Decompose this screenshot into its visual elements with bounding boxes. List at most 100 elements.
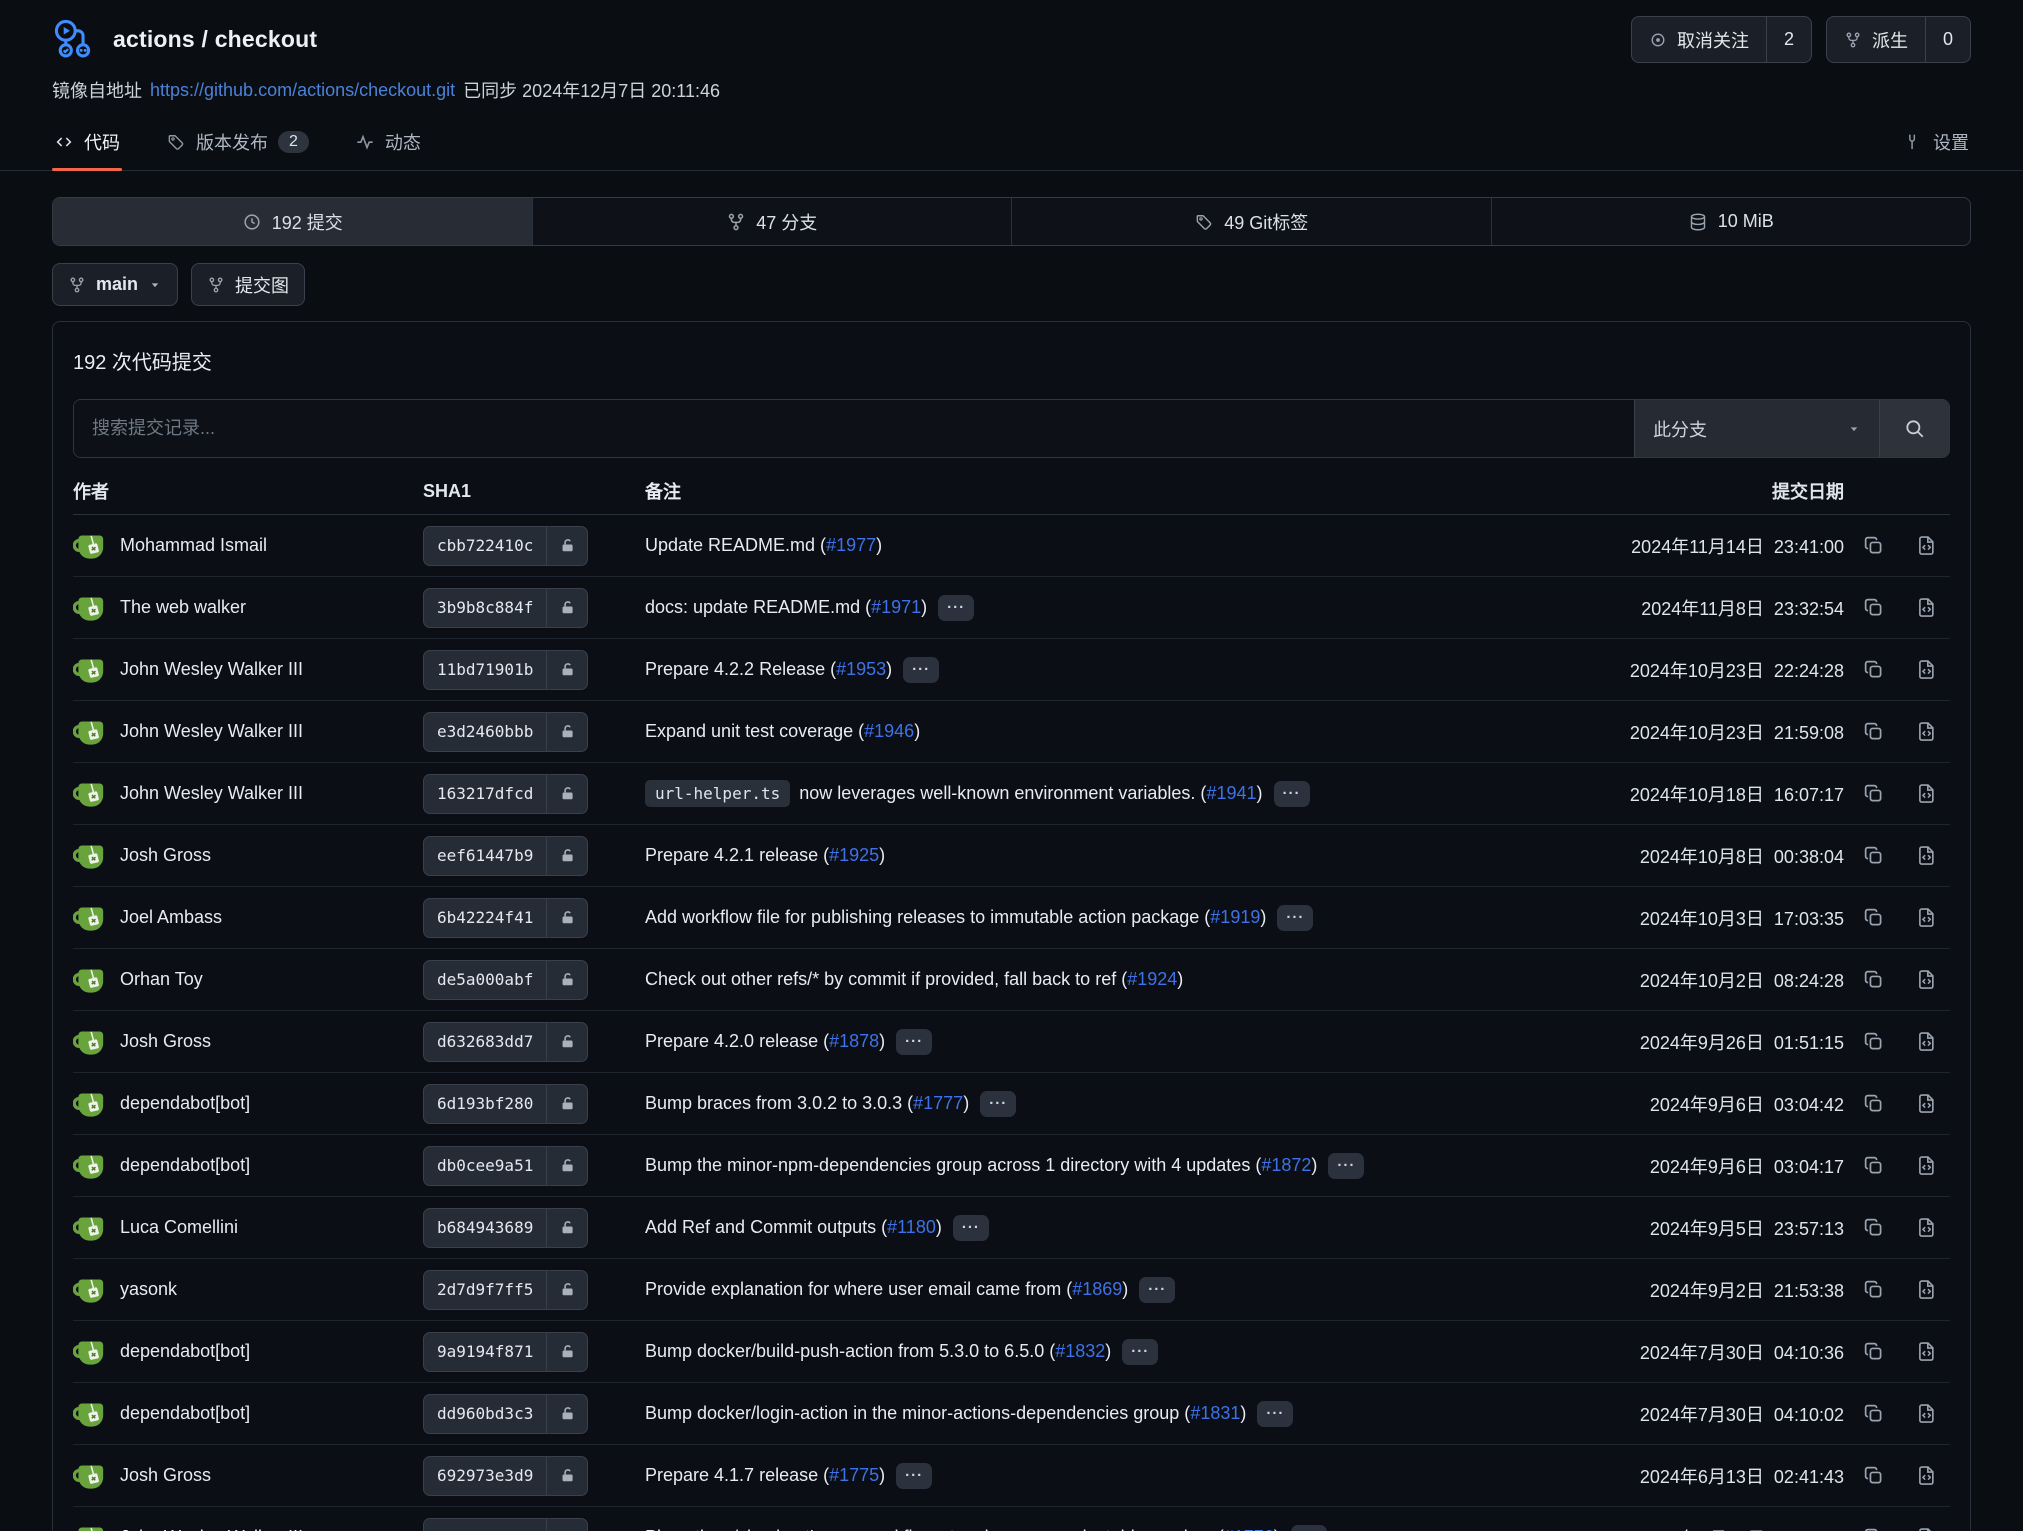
ellipsis-button[interactable]: ···	[1257, 1401, 1293, 1427]
ellipsis-button[interactable]: ···	[1122, 1339, 1158, 1365]
pr-link[interactable]: #1869	[1072, 1279, 1122, 1300]
tab-settings[interactable]: 设置	[1901, 117, 1971, 170]
sha-badge[interactable]: db0cee9a51	[423, 1146, 588, 1186]
pr-link[interactable]: #1977	[826, 535, 876, 556]
avatar-teacup[interactable]	[73, 839, 107, 873]
ellipsis-button[interactable]: ···	[1139, 1277, 1175, 1303]
browse-source-button[interactable]	[1915, 658, 1938, 681]
sha-badge[interactable]: 6d193bf280	[423, 1084, 588, 1124]
browse-source-button[interactable]	[1915, 1340, 1938, 1363]
avatar-teacup[interactable]	[73, 1335, 107, 1369]
author-name[interactable]: Luca Comellini	[120, 1217, 238, 1238]
browse-source-button[interactable]	[1915, 968, 1938, 991]
browse-source-button[interactable]	[1915, 1526, 1938, 1531]
stat-size[interactable]: 10 MiB	[1491, 198, 1971, 245]
copy-sha-button[interactable]	[1862, 1030, 1885, 1053]
pr-link[interactable]: #1831	[1190, 1403, 1240, 1424]
copy-sha-button[interactable]	[1862, 1092, 1885, 1115]
copy-sha-button[interactable]	[1862, 534, 1885, 557]
browse-source-button[interactable]	[1915, 1216, 1938, 1239]
avatar-teacup[interactable]	[73, 1521, 107, 1531]
copy-sha-button[interactable]	[1862, 1340, 1885, 1363]
search-input[interactable]	[74, 400, 1634, 457]
author-name[interactable]: John Wesley Walker III	[120, 659, 303, 680]
tab-releases[interactable]: 版本发布 2	[164, 117, 311, 170]
sha-badge[interactable]: e3d2460bbb	[423, 712, 588, 752]
sha-badge[interactable]: 2d7d9f7ff5	[423, 1270, 588, 1310]
branch-selector[interactable]: main	[52, 263, 178, 306]
author-name[interactable]: dependabot[bot]	[120, 1093, 250, 1114]
avatar-teacup[interactable]	[73, 529, 107, 563]
avatar-teacup[interactable]	[73, 591, 107, 625]
author-name[interactable]: John Wesley Walker III	[120, 783, 303, 804]
avatar-teacup[interactable]	[73, 653, 107, 687]
fork-count[interactable]: 0	[1925, 17, 1970, 62]
pr-link[interactable]: #1941	[1206, 783, 1256, 804]
watch-count[interactable]: 2	[1766, 17, 1811, 62]
author-name[interactable]: John Wesley Walker III	[120, 721, 303, 742]
avatar-teacup[interactable]	[73, 777, 107, 811]
copy-sha-button[interactable]	[1862, 906, 1885, 929]
sha-badge[interactable]: 11bd71901b	[423, 650, 588, 690]
avatar-teacup[interactable]	[73, 1459, 107, 1493]
branch-filter-dropdown[interactable]: 此分支	[1634, 400, 1879, 457]
sha-badge[interactable]: 6b42224f41	[423, 898, 588, 938]
fork-button[interactable]: 派生 0	[1826, 16, 1971, 63]
browse-source-button[interactable]	[1915, 720, 1938, 743]
pr-link[interactable]: #1776	[1224, 1527, 1274, 1531]
stat-branches[interactable]: 47 分支	[532, 198, 1012, 245]
mirror-url-link[interactable]: https://github.com/actions/checkout.git	[150, 80, 455, 101]
tab-activity[interactable]: 动态	[353, 117, 423, 170]
copy-sha-button[interactable]	[1862, 782, 1885, 805]
author-name[interactable]: dependabot[bot]	[120, 1155, 250, 1176]
commit-graph-button[interactable]: 提交图	[191, 263, 305, 306]
copy-sha-button[interactable]	[1862, 596, 1885, 619]
browse-source-button[interactable]	[1915, 906, 1938, 929]
sha-badge[interactable]: cbb722410c	[423, 526, 588, 566]
pr-link[interactable]: #1878	[829, 1031, 879, 1052]
copy-sha-button[interactable]	[1862, 1154, 1885, 1177]
avatar-teacup[interactable]	[73, 1025, 107, 1059]
author-name[interactable]: John Wesley Walker III	[120, 1527, 303, 1531]
sha-badge[interactable]: d632683dd7	[423, 1022, 588, 1062]
sha-badge[interactable]: 3b9b8c884f	[423, 588, 588, 628]
copy-sha-button[interactable]	[1862, 658, 1885, 681]
author-name[interactable]: Josh Gross	[120, 1465, 211, 1486]
pr-link[interactable]: #1971	[871, 597, 921, 618]
browse-source-button[interactable]	[1915, 1402, 1938, 1425]
author-name[interactable]: dependabot[bot]	[120, 1403, 250, 1424]
copy-sha-button[interactable]	[1862, 720, 1885, 743]
browse-source-button[interactable]	[1915, 782, 1938, 805]
browse-source-button[interactable]	[1915, 1154, 1938, 1177]
copy-sha-button[interactable]	[1862, 844, 1885, 867]
pr-link[interactable]: #1180	[887, 1217, 936, 1238]
browse-source-button[interactable]	[1915, 1030, 1938, 1053]
pr-link[interactable]: #1775	[829, 1465, 879, 1486]
copy-sha-button[interactable]	[1862, 1278, 1885, 1301]
avatar-teacup[interactable]	[73, 1211, 107, 1245]
ellipsis-button[interactable]: ···	[1274, 781, 1310, 807]
browse-source-button[interactable]	[1915, 534, 1938, 557]
pr-link[interactable]: #1946	[864, 721, 914, 742]
sha-badge[interactable]: 163217dfcd	[423, 774, 588, 814]
pr-link[interactable]: #1953	[836, 659, 886, 680]
ellipsis-button[interactable]: ···	[896, 1463, 932, 1489]
browse-source-button[interactable]	[1915, 1092, 1938, 1115]
avatar-teacup[interactable]	[73, 901, 107, 935]
author-name[interactable]: dependabot[bot]	[120, 1341, 250, 1362]
pr-link[interactable]: #1925	[829, 845, 879, 866]
avatar-teacup[interactable]	[73, 1087, 107, 1121]
author-name[interactable]: Joel Ambass	[120, 907, 222, 928]
browse-source-button[interactable]	[1915, 1278, 1938, 1301]
ellipsis-button[interactable]: ···	[980, 1091, 1016, 1117]
ellipsis-button[interactable]: ···	[903, 657, 939, 683]
author-name[interactable]: yasonk	[120, 1279, 177, 1300]
browse-source-button[interactable]	[1915, 844, 1938, 867]
copy-sha-button[interactable]	[1862, 1526, 1885, 1531]
avatar-teacup[interactable]	[73, 963, 107, 997]
copy-sha-button[interactable]	[1862, 1402, 1885, 1425]
avatar-teacup[interactable]	[73, 1397, 107, 1431]
stat-tags[interactable]: 49 Git标签	[1011, 198, 1491, 245]
sha-badge[interactable]: de5a000abf	[423, 960, 588, 1000]
stat-commits[interactable]: 192 提交	[53, 198, 532, 245]
